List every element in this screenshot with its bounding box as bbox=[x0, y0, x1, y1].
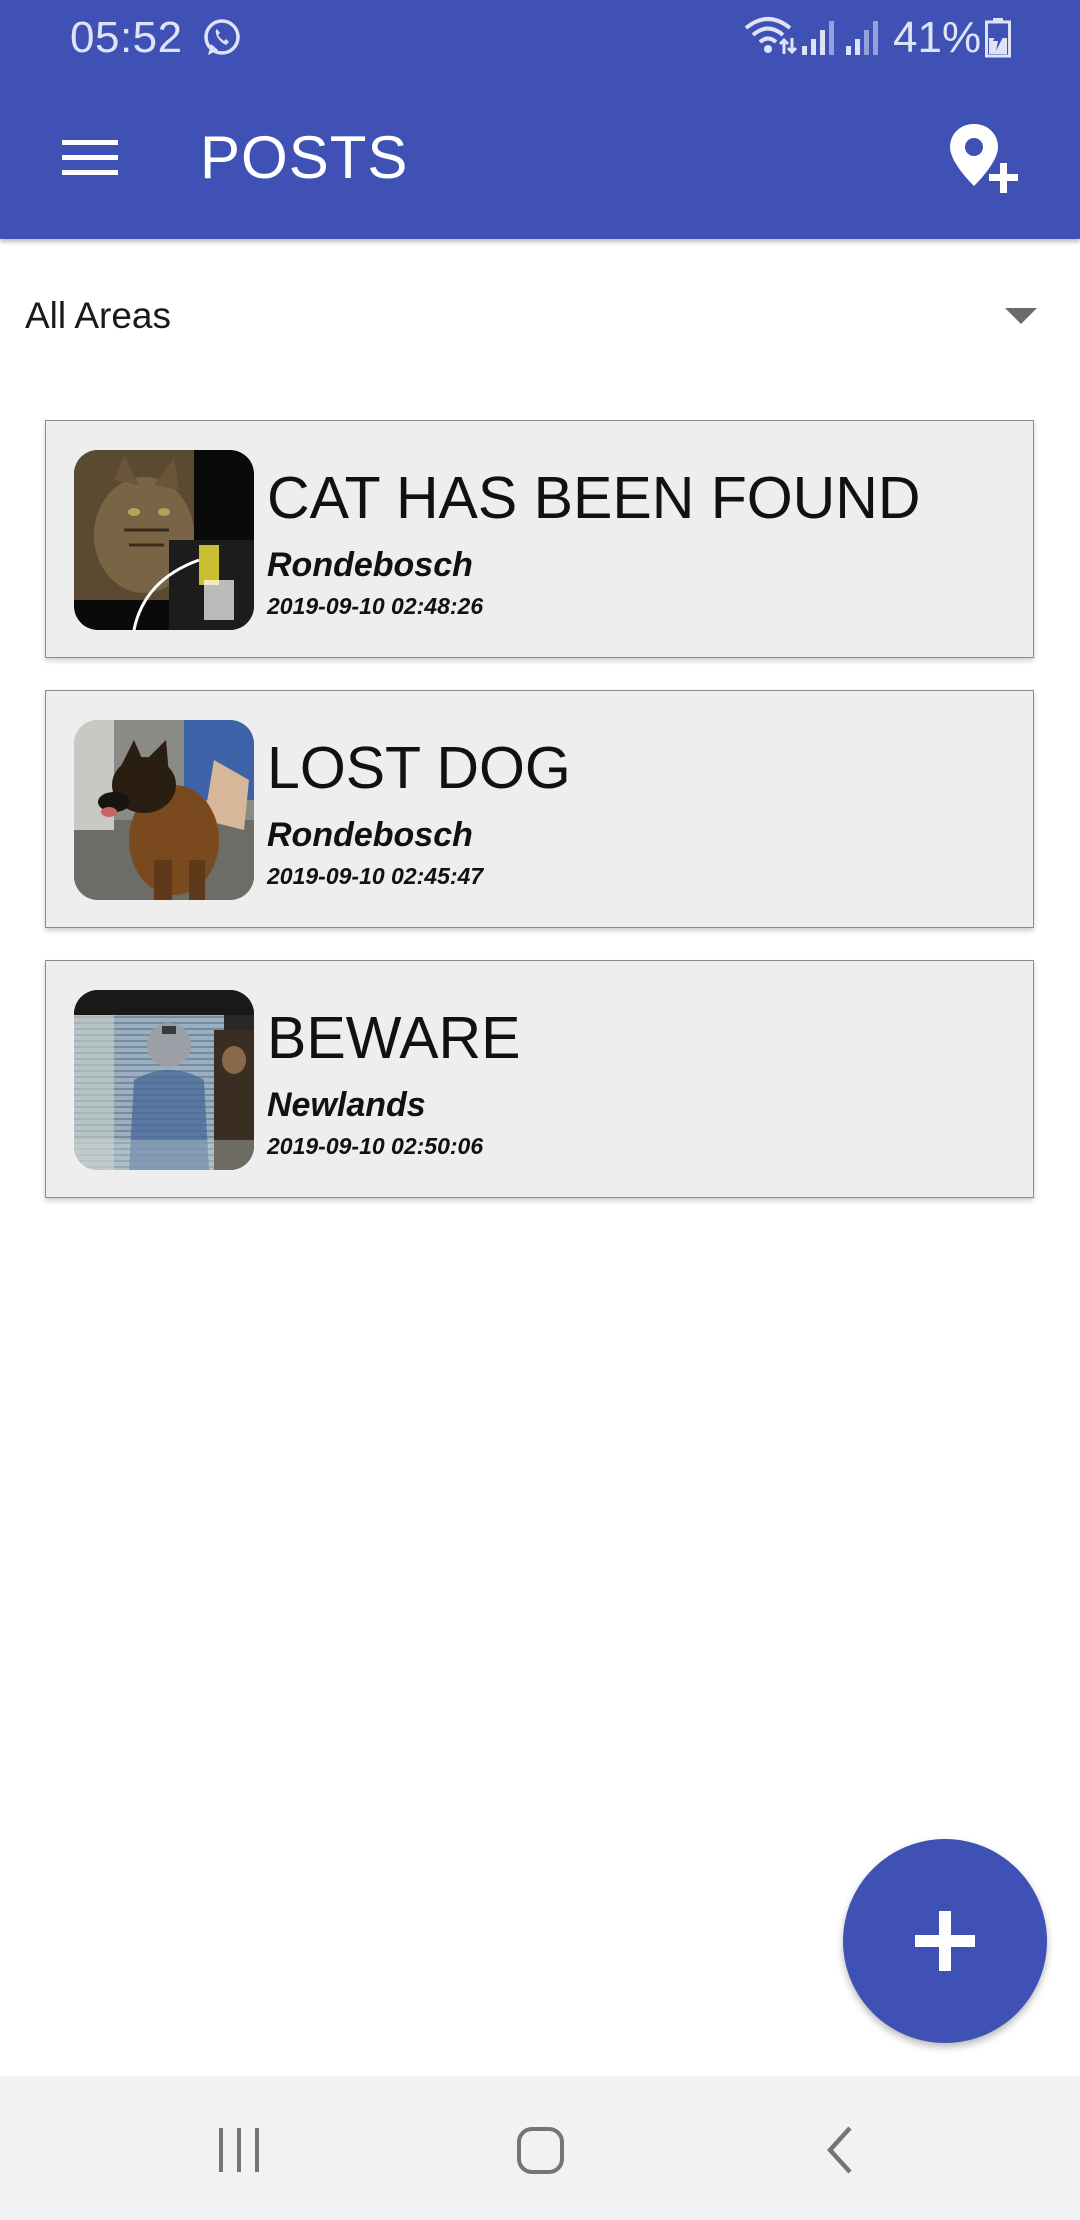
battery-level: 41% bbox=[893, 13, 982, 62]
post-area: Rondebosch bbox=[267, 816, 473, 854]
post-card[interactable]: BEWARE Newlands 2019-09-10 02:50:06 bbox=[45, 960, 1034, 1198]
app-bar: POSTS bbox=[0, 76, 1080, 239]
status-time: 05:52 bbox=[70, 13, 183, 62]
plus-icon bbox=[915, 1911, 975, 1971]
battery-charging-icon bbox=[985, 18, 1011, 58]
post-date: 2019-09-10 02:45:47 bbox=[267, 863, 484, 889]
hamburger-menu-icon bbox=[62, 140, 118, 175]
post-title: BEWARE bbox=[267, 1005, 521, 1071]
post-thumbnail bbox=[74, 450, 254, 630]
home-icon bbox=[517, 2127, 564, 2174]
back-button[interactable] bbox=[808, 2116, 878, 2186]
post-title: LOST DOG bbox=[267, 735, 571, 801]
home-button[interactable] bbox=[505, 2116, 575, 2186]
signal-icon bbox=[800, 18, 840, 56]
post-title: CAT HAS BEEN FOUND bbox=[267, 465, 921, 531]
post-thumbnail bbox=[74, 720, 254, 900]
post-date: 2019-09-10 02:48:26 bbox=[267, 593, 484, 619]
post-card[interactable]: LOST DOG Rondebosch 2019-09-10 02:45:47 bbox=[45, 690, 1034, 928]
area-filter-dropdown[interactable]: All Areas bbox=[0, 262, 1080, 372]
whatsapp-icon bbox=[200, 16, 244, 60]
recents-icon bbox=[219, 2128, 259, 2172]
recents-button[interactable] bbox=[205, 2116, 275, 2186]
signal-icon bbox=[844, 18, 884, 56]
system-nav-bar bbox=[0, 2076, 1080, 2220]
post-date: 2019-09-10 02:50:06 bbox=[267, 1133, 484, 1159]
post-area: Rondebosch bbox=[267, 546, 473, 584]
add-location-icon bbox=[950, 124, 1018, 193]
area-filter-value: All Areas bbox=[25, 295, 172, 336]
dropdown-arrow-icon bbox=[1005, 308, 1037, 324]
page-title: POSTS bbox=[200, 124, 409, 191]
back-icon bbox=[826, 2126, 852, 2174]
post-area: Newlands bbox=[267, 1086, 426, 1124]
post-thumbnail bbox=[74, 990, 254, 1170]
status-bar: 05:52 41% bbox=[0, 0, 1080, 76]
menu-button[interactable] bbox=[50, 121, 130, 193]
add-location-button[interactable] bbox=[940, 116, 1024, 200]
post-card[interactable]: CAT HAS BEEN FOUND Rondebosch 2019-09-10… bbox=[45, 420, 1034, 658]
add-post-button[interactable] bbox=[843, 1839, 1047, 2043]
wifi-icon bbox=[742, 14, 798, 58]
